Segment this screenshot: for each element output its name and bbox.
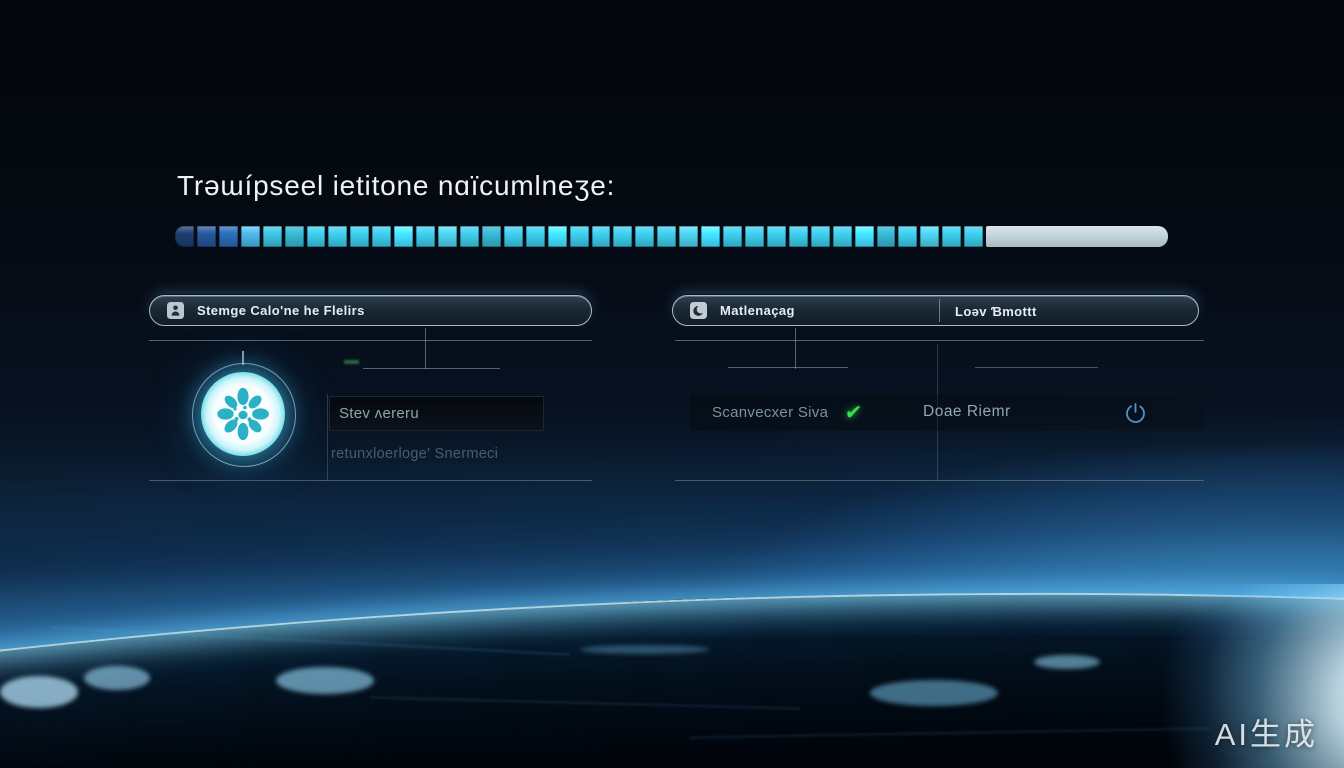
- progress-segment: [197, 226, 216, 247]
- progress-segment: [767, 226, 786, 247]
- value-label: Doae Riemr: [923, 403, 1011, 421]
- person-icon: [167, 302, 184, 319]
- orb-top-tick: [242, 351, 244, 365]
- green-indicator-dash: [344, 360, 359, 364]
- progress-filled: [175, 226, 983, 247]
- progress-segment: [635, 226, 654, 247]
- progress-segment: [613, 226, 632, 247]
- progress-segment: [241, 226, 260, 247]
- header-divider: [939, 299, 940, 322]
- progress-segment: [898, 226, 917, 247]
- screen: Trəɯípseel ietitone nɑïcumlneʒe: Stemge …: [0, 0, 1344, 768]
- progress-segment: [504, 226, 523, 247]
- progress-segment: [592, 226, 611, 247]
- progress-segment: [811, 226, 830, 247]
- surface-highlight: [0, 676, 78, 708]
- right-panel-top-rule: [675, 340, 1204, 341]
- progress-segment: [570, 226, 589, 247]
- progress-segment: [482, 226, 501, 247]
- progress-segment: [679, 226, 698, 247]
- surface-highlight: [870, 680, 998, 706]
- right-panel-sub-rule: [728, 367, 848, 368]
- progress-segment: [219, 226, 238, 247]
- progress-segment: [548, 226, 567, 247]
- progress-segment: [285, 226, 304, 247]
- power-icon[interactable]: [1122, 399, 1149, 426]
- surface-highlight: [580, 645, 710, 654]
- progress-segment: [416, 226, 435, 247]
- left-panel-sub-rule: [363, 368, 500, 369]
- right-panel-header-button[interactable]: Matlenaçag Loəv Ɓmottt: [672, 295, 1199, 326]
- right-panel-sub-rule: [975, 367, 1098, 368]
- progress-segment: [394, 226, 413, 247]
- progress-segment: [855, 226, 874, 247]
- left-panel-subtext: retunxloerloge' Snermeci: [331, 446, 498, 462]
- left-panel-column-divider: [327, 394, 328, 481]
- surface-highlight: [276, 667, 374, 694]
- progress-segment: [460, 226, 479, 247]
- progress-segment: [307, 226, 326, 247]
- progress-segment: [350, 226, 369, 247]
- progress-segment: [964, 226, 983, 247]
- right-panel-connector: [795, 328, 796, 369]
- left-panel-bottom-rule: [149, 480, 592, 481]
- progress-segment: [745, 226, 764, 247]
- right-panel-header-label-secondary: Loəv Ɓmottt: [955, 304, 1037, 319]
- ai-generated-watermark: AI生成: [1215, 709, 1318, 754]
- left-panel-connector: [425, 328, 426, 369]
- surface-highlight: [84, 666, 150, 690]
- progress-segment: [942, 226, 961, 247]
- progress-segment: [438, 226, 457, 247]
- progress-segment: [701, 226, 720, 247]
- progress-segment: [789, 226, 808, 247]
- progress-segment: [657, 226, 676, 247]
- left-panel-top-rule: [149, 340, 592, 341]
- right-panel-header-label: Matlenaçag: [720, 303, 795, 318]
- progress-bar: [175, 226, 1168, 247]
- progress-segment: [723, 226, 742, 247]
- progress-segment: [920, 226, 939, 247]
- left-panel-input-value: Stev ʌereru: [339, 405, 419, 422]
- left-panel-input[interactable]: Stev ʌereru: [329, 396, 544, 431]
- progress-segment: [175, 226, 194, 247]
- status-label: Scanvecxer Siva: [712, 404, 828, 421]
- left-panel-header-label: Stemge Calo'ne he Flelirs: [197, 303, 365, 318]
- check-icon: ✔: [844, 400, 863, 425]
- progress-segment: [263, 226, 282, 247]
- progress-segment: [372, 226, 391, 247]
- page-title: Trəɯípseel ietitone nɑïcumlneʒe:: [177, 170, 615, 202]
- crescent-icon: [690, 302, 707, 319]
- progress-segment: [877, 226, 896, 247]
- progress-segment: [833, 226, 852, 247]
- progress-track: [986, 226, 1168, 247]
- kiwi-orb-icon: [201, 372, 285, 456]
- right-panel-status-row: Scanvecxer Siva ✔ Doae Riemr: [690, 395, 1205, 431]
- progress-segment: [526, 226, 545, 247]
- left-panel-header-button[interactable]: Stemge Calo'ne he Flelirs: [149, 295, 592, 326]
- right-panel-bottom-rule: [675, 480, 1204, 481]
- progress-segment: [328, 226, 347, 247]
- surface-highlight: [1034, 655, 1100, 669]
